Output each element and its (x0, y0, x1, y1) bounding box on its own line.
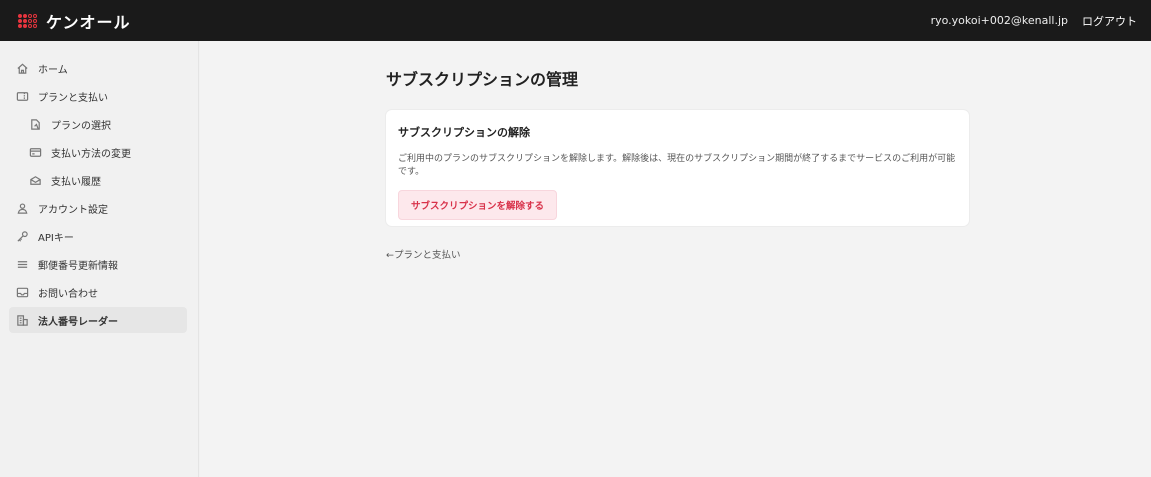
ticket-icon (16, 90, 29, 103)
sidebar-item-account-settings[interactable]: アカウント設定 (9, 195, 187, 221)
sidebar-item-label: プランの選択 (51, 120, 111, 132)
sidebar-item-label: プランと支払い (38, 92, 108, 104)
sidebar-item-contact[interactable]: お問い合わせ (9, 279, 187, 305)
user-email: ryo.yokoi+002@kenall.jp (930, 14, 1068, 27)
credit-card-icon (29, 146, 42, 159)
sidebar-item-postal-updates[interactable]: 郵便番号更新情報 (9, 251, 187, 277)
sidebar-item-label: お問い合わせ (38, 288, 98, 300)
sidebar-item-payment-method[interactable]: 支払い方法の変更 (9, 139, 187, 165)
unsubscribe-card: サブスクリプションの解除 ご利用中のプランのサブスクリプションを解除します。解除… (386, 110, 969, 226)
logo-icon (18, 13, 38, 28)
home-icon (16, 62, 29, 75)
sidebar-item-label: 法人番号レーダー (38, 316, 118, 328)
user-icon (16, 202, 29, 215)
sidebar-item-label: 支払い方法の変更 (51, 148, 131, 160)
receipt-icon (29, 174, 42, 187)
sidebar-item-api-keys[interactable]: APIキー (9, 223, 187, 249)
page-title: サブスクリプションの管理 (386, 70, 579, 89)
back-to-plan-link[interactable]: ←プランと支払い (386, 247, 460, 261)
brand[interactable]: ケンオール (18, 9, 131, 33)
sidebar-item-payment-history[interactable]: 支払い履歴 (9, 167, 187, 193)
card-title: サブスクリプションの解除 (398, 126, 530, 139)
sidebar-item-label: ホーム (38, 64, 68, 76)
sidebar-item-label: APIキー (38, 232, 74, 244)
sidebar-item-plan-billing[interactable]: プランと支払い (9, 83, 187, 109)
building-icon (16, 314, 29, 327)
sidebar-item-label: 郵便番号更新情報 (38, 260, 118, 272)
top-header: ケンオール ryo.yokoi+002@kenall.jp ログアウト (0, 0, 1151, 41)
sidebar-item-corporate-radar[interactable]: 法人番号レーダー (9, 307, 187, 333)
logout-link[interactable]: ログアウト (1082, 13, 1137, 29)
sidebar-item-label: アカウント設定 (38, 204, 108, 216)
sidebar: ホーム プランと支払い プランの選択 支払い方法の変更 支払い履歴 アカウント設… (0, 41, 199, 477)
sidebar-item-label: 支払い履歴 (51, 176, 101, 188)
sidebar-item-plan-select[interactable]: プランの選択 (9, 111, 187, 137)
key-icon (16, 230, 29, 243)
list-icon (16, 258, 29, 271)
header-right: ryo.yokoi+002@kenall.jp ログアウト (931, 13, 1137, 29)
mail-icon (16, 286, 29, 299)
cancel-subscription-button[interactable]: サブスクリプションを解除する (398, 190, 558, 220)
brand-name: ケンオール (46, 12, 131, 32)
main-content: サブスクリプションの管理 サブスクリプションの解除 ご利用中のプランのサブスクリ… (200, 41, 1151, 477)
card-description: ご利用中のプランのサブスクリプションを解除します。解除後は、現在のサブスクリプシ… (398, 154, 956, 177)
document-icon (29, 118, 42, 131)
sidebar-item-home[interactable]: ホーム (9, 55, 187, 81)
